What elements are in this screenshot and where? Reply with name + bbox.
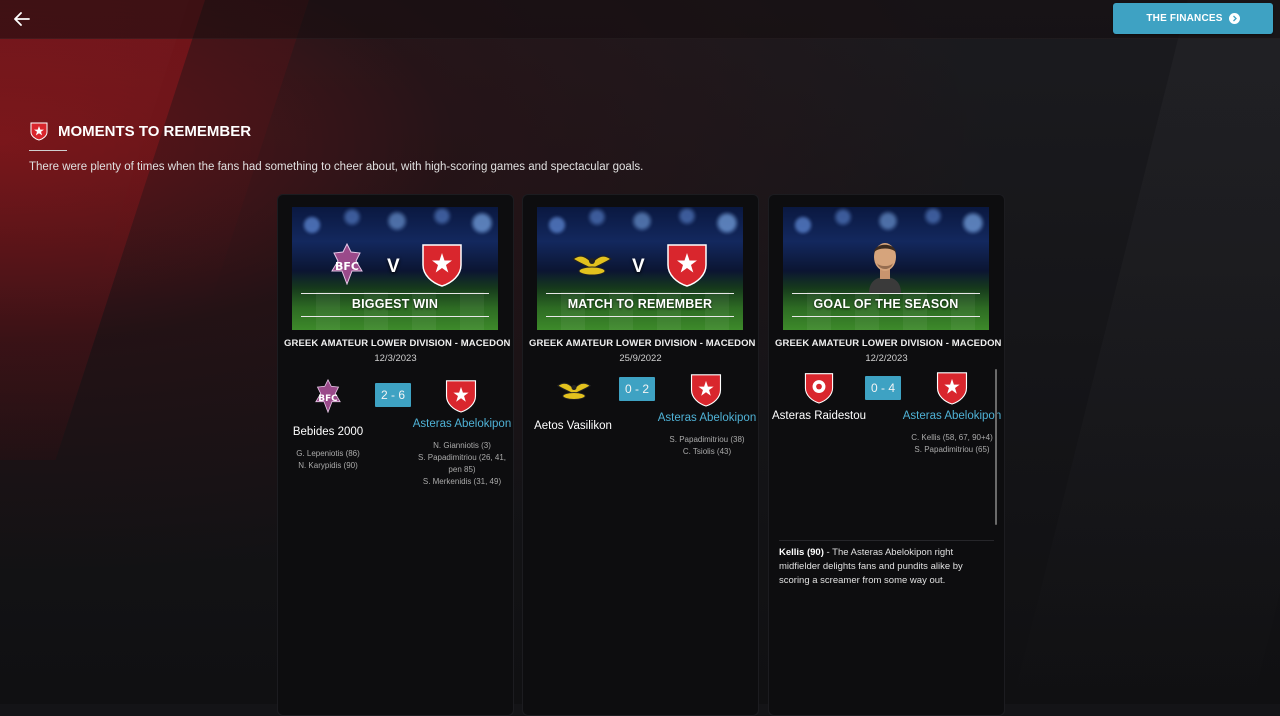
versus-label: V	[387, 256, 400, 277]
asteras-crest-icon	[936, 372, 968, 405]
asteras-crest-icon	[422, 244, 462, 287]
section-heading: MOMENTS TO REMEMBER	[29, 121, 251, 141]
back-button[interactable]	[8, 6, 36, 32]
competition-row: GREEK AMATEUR LOWER DIVISION - MACEDONI	[771, 337, 1002, 350]
away-scorers: S. Papadimitriou (38) C. Tsiolis (43)	[657, 434, 757, 458]
away-team-name[interactable]: Asteras Abelokipon	[412, 417, 512, 432]
asteras-crest-icon	[667, 244, 707, 287]
section-title: MOMENTS TO REMEMBER	[58, 122, 252, 140]
scorer: S. Papadimitriou (38)	[669, 435, 745, 444]
divider	[779, 540, 994, 541]
competition-name: GREEK AMATEUR LOWER DIVISION - MACEDONI	[775, 338, 1002, 349]
away-scorers: C. Kellis (58, 67, 90+4) S. Papadimitrio…	[902, 432, 1002, 456]
the-finances-button[interactable]: THE FINANCES	[1113, 3, 1273, 34]
away-crest	[935, 371, 969, 405]
card-banner: BFC V BIGGEST WIN	[292, 207, 498, 330]
scorer: C. Tsiolis (43)	[682, 447, 732, 456]
home-crest	[803, 371, 835, 405]
bebides-crest-icon: BFC	[315, 379, 341, 413]
competition-row: GREEK AMATEUR LOWER DIVISION - MACEDONI	[280, 337, 511, 350]
title-underline	[29, 150, 67, 151]
moment-card-goal-of-the-season[interactable]: GOAL OF THE SEASON GREEK AMATEUR LOWER D…	[768, 194, 1005, 716]
scorer: N. Karypidis (90)	[298, 461, 358, 470]
away-team: Asteras Abelokipon S. Papadimitriou (38)…	[657, 411, 757, 458]
versus-label: V	[632, 256, 645, 277]
asteras-crest-icon	[445, 380, 477, 413]
goal-description: Kellis (90) - The Asteras Abelokipon rig…	[779, 546, 984, 588]
player-portrait-icon	[869, 243, 901, 293]
moment-card-match-to-remember[interactable]: V MATCH TO REMEMBER GREEK AMATEUR LOWER …	[522, 194, 759, 716]
competition-row: GREEK AMATEUR LOWER DIVISION - MACEDONI	[525, 337, 756, 350]
scrollbar[interactable]	[995, 369, 997, 525]
arrow-left-icon	[14, 12, 30, 26]
home-team-name[interactable]: Aetos Vasilikon	[523, 419, 623, 434]
aetos-crest-icon	[556, 382, 592, 400]
home-team: Bebides 2000 G. Lepeniotis (86) N. Karyp…	[278, 425, 378, 472]
svg-text:BFC: BFC	[318, 394, 337, 404]
bebides-crest-icon: BFC	[331, 243, 363, 285]
score-badge: 0 - 2	[619, 377, 655, 401]
svg-text:BFC: BFC	[335, 260, 359, 273]
asteras-raidestou-crest-icon	[804, 373, 834, 404]
away-team: Asteras Abelokipon C. Kellis (58, 67, 90…	[902, 409, 1002, 456]
home-team: Aetos Vasilikon	[523, 419, 623, 434]
scorer: S. Papadimitriou (65)	[914, 445, 990, 454]
scorer: S. Papadimitriou (26, 41, pen 85)	[417, 453, 507, 474]
match-date: 12/2/2023	[865, 353, 908, 364]
home-crest: BFC	[312, 379, 344, 413]
score-badge: 2 - 6	[375, 383, 411, 407]
top-bar: THE FINANCES	[0, 0, 1280, 39]
competition-name: GREEK AMATEUR LOWER DIVISION - MACEDONI	[529, 338, 756, 349]
card-caption: BIGGEST WIN	[351, 297, 439, 311]
card-banner: GOAL OF THE SEASON	[783, 207, 989, 330]
scorer: G. Lepeniotis (86)	[296, 449, 360, 458]
goal-player[interactable]: Kellis (90)	[779, 547, 824, 558]
away-team-name[interactable]: Asteras Abelokipon	[657, 411, 757, 426]
scorer: N. Gianniotis (3)	[433, 441, 491, 450]
card-caption: MATCH TO REMEMBER	[567, 297, 713, 311]
match-date: 25/9/2022	[619, 353, 662, 364]
aetos-crest-icon	[571, 255, 613, 276]
home-scorers: G. Lepeniotis (86) N. Karypidis (90)	[278, 448, 378, 472]
card-banner: V MATCH TO REMEMBER	[537, 207, 743, 330]
score-badge: 0 - 4	[865, 376, 901, 400]
scorer: C. Kellis (58, 67, 90+4)	[911, 433, 993, 442]
moment-card-biggest-win[interactable]: BFC V BIGGEST WIN GREEK AMATEUR LOWER DI…	[277, 194, 514, 716]
home-team-name[interactable]: Asteras Raidestou	[769, 409, 869, 424]
home-team-name[interactable]: Bebides 2000	[278, 425, 378, 440]
home-team: Asteras Raidestou	[769, 409, 869, 424]
club-crest-icon	[30, 122, 48, 141]
away-crest	[689, 373, 723, 407]
home-crest	[555, 375, 593, 405]
match-date: 12/3/2023	[374, 353, 417, 364]
asteras-crest-icon	[690, 374, 722, 407]
away-team-name[interactable]: Asteras Abelokipon	[902, 409, 1002, 424]
the-finances-label: THE FINANCES	[1146, 13, 1223, 24]
chevron-right-circle-icon	[1228, 13, 1240, 24]
away-crest	[444, 379, 478, 413]
scorer: S. Merkenidis (31, 49)	[422, 477, 502, 486]
away-scorers: N. Gianniotis (3) S. Papadimitriou (26, …	[412, 440, 512, 488]
competition-name: GREEK AMATEUR LOWER DIVISION - MACEDONI	[284, 338, 511, 349]
away-team: Asteras Abelokipon N. Gianniotis (3) S. …	[412, 417, 512, 488]
section-description: There were plenty of times when the fans…	[29, 161, 644, 173]
card-caption: GOAL OF THE SEASON	[813, 297, 959, 311]
